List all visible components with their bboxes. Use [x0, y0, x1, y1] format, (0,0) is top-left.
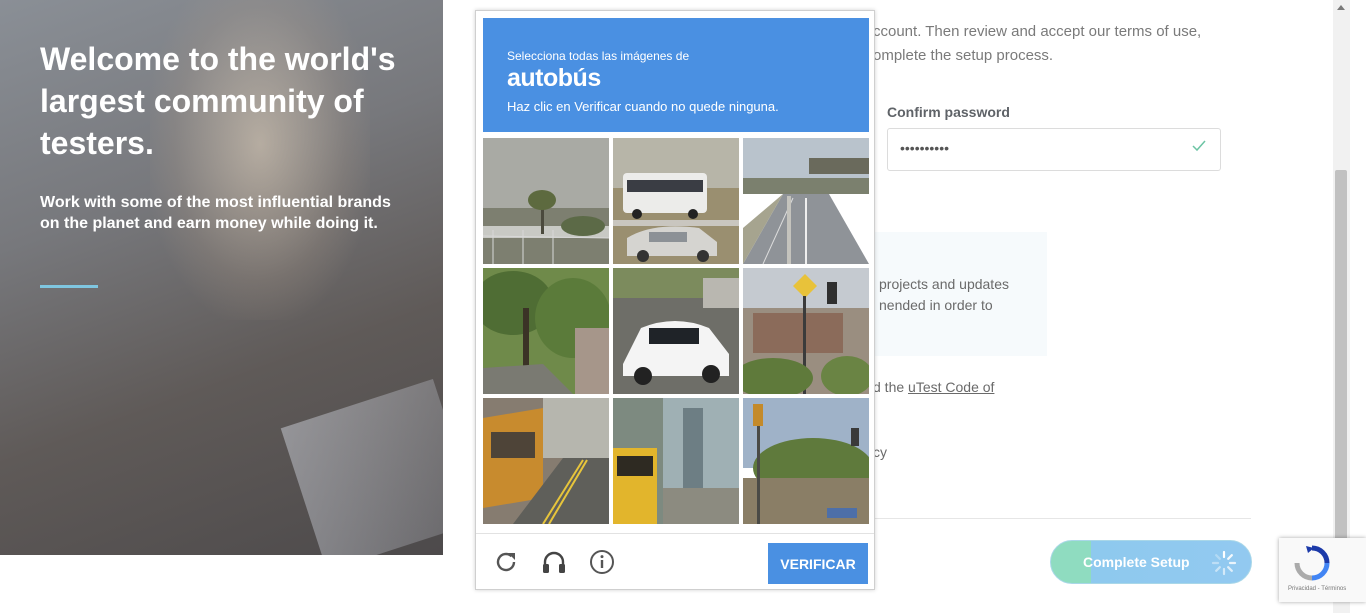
captcha-hint: Haz clic en Verificar cuando no quede ni… [507, 99, 779, 114]
setup-intro-line-1: ccount. Then review and accept our terms… [873, 23, 1202, 40]
captcha-dialog: Selecciona todas las imágenes de autobús… [475, 10, 875, 590]
captcha-instruction: Selecciona todas las imágenes de [507, 49, 690, 63]
hero-panel: Welcome to the world's largest community… [0, 0, 443, 555]
scroll-up-arrow-icon[interactable] [1337, 5, 1345, 10]
captcha-tile-8[interactable] [613, 398, 739, 524]
confirm-password-field[interactable]: •••••••••• [887, 128, 1221, 171]
captcha-tile-7[interactable] [483, 398, 609, 524]
page-scrollbar[interactable] [1333, 0, 1350, 613]
scrollbar-thumb[interactable] [1335, 170, 1347, 540]
complete-setup-label: Complete Setup [1083, 554, 1190, 570]
hero-photo-paper [280, 378, 443, 555]
notice-line-2: nended in order to [879, 297, 993, 313]
recaptcha-logo-icon [1293, 544, 1331, 582]
captcha-footer: VERIFICAR [476, 533, 874, 590]
captcha-tile-1[interactable] [483, 138, 609, 264]
captcha-tile-3[interactable] [743, 138, 869, 264]
captcha-image-grid [483, 138, 869, 524]
spinner-icon [1211, 550, 1237, 576]
captcha-tile-2[interactable] [613, 138, 739, 264]
info-icon[interactable] [588, 548, 616, 576]
hero-subtitle: Work with some of the most influential b… [40, 194, 391, 232]
complete-setup-button[interactable]: Complete Setup [1050, 540, 1252, 584]
agreement-prefix: d the [873, 379, 905, 395]
captcha-target: autobús [507, 64, 601, 92]
code-of-conduct-link[interactable]: uTest Code of [908, 379, 994, 395]
form-divider [873, 518, 1251, 519]
policy-text: cy [873, 444, 887, 460]
recaptcha-footer[interactable]: Privacidad - Términos [1288, 586, 1346, 592]
captcha-tile-4[interactable] [483, 268, 609, 394]
notice-box: projects and updates nended in order to [873, 232, 1047, 356]
agreement-text: d the uTest Code of [873, 379, 994, 395]
verify-button-label: VERIFICAR [780, 556, 856, 572]
hero-title: Welcome to the world's largest community… [40, 41, 396, 161]
confirm-password-value: •••••••••• [900, 140, 950, 156]
verify-button[interactable]: VERIFICAR [768, 543, 868, 584]
headphones-icon[interactable] [540, 548, 568, 576]
reload-icon[interactable] [492, 548, 520, 576]
check-icon [1192, 139, 1206, 157]
setup-intro: ccount. Then review and accept our terms… [873, 20, 1233, 68]
hero-accent-line [40, 285, 98, 288]
confirm-password-label: Confirm password [887, 104, 1010, 120]
captcha-tile-6[interactable] [743, 268, 869, 394]
captcha-tile-9[interactable] [743, 398, 869, 524]
captcha-header: Selecciona todas las imágenes de autobús… [483, 18, 869, 132]
notice-line-1: projects and updates [879, 276, 1009, 292]
recaptcha-badge[interactable]: Privacidad - Términos [1279, 538, 1366, 602]
captcha-tile-5[interactable] [613, 268, 739, 394]
setup-intro-line-2: omplete the setup process. [873, 47, 1054, 64]
